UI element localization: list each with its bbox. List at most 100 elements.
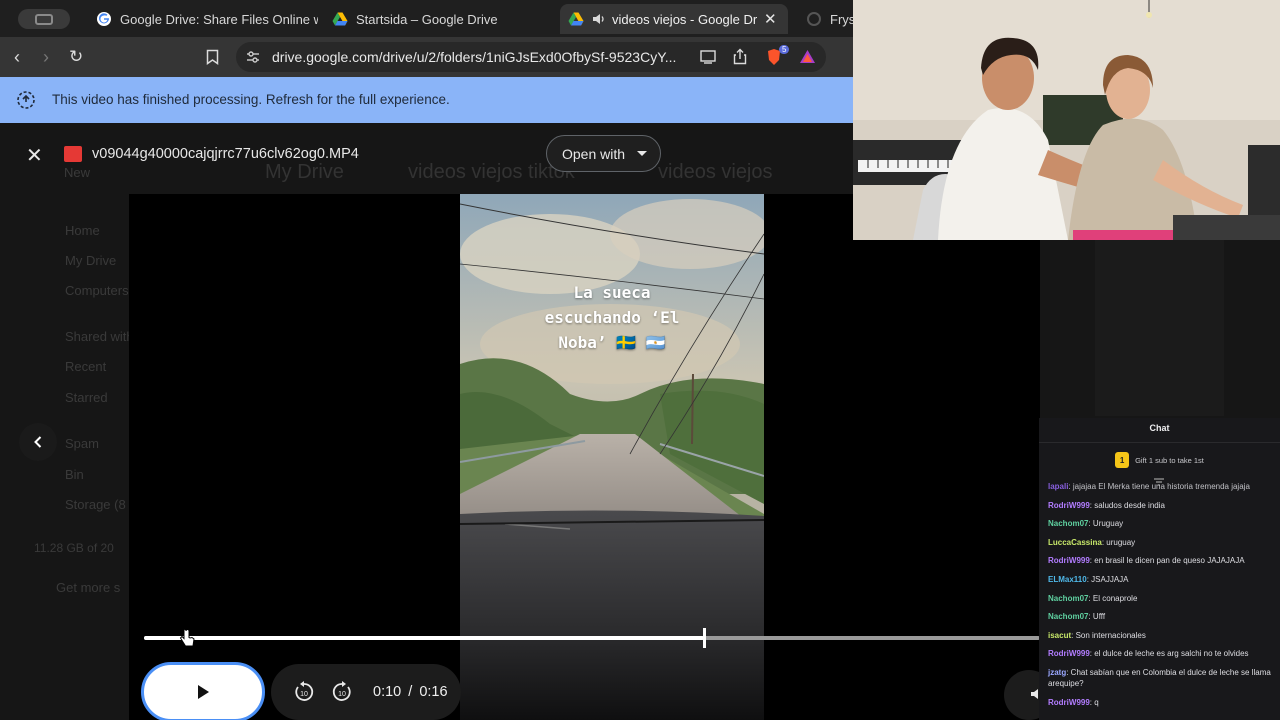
sidebar-item-storage: Storage (8 xyxy=(65,497,126,512)
chat-text: : Ufff xyxy=(1088,612,1106,622)
drive-details-panel xyxy=(1095,240,1224,416)
time-separator: / xyxy=(408,684,413,700)
caret-down-icon xyxy=(637,151,648,156)
video-progress-bar[interactable] xyxy=(144,628,1040,648)
brave-rewards-icon[interactable] xyxy=(799,49,816,64)
chevron-left-icon xyxy=(34,436,42,448)
stream-chat: Chat 1 Gift 1 sub to take 1st lapali: ja… xyxy=(1039,418,1280,720)
back-arrow-icon[interactable]: ‹ xyxy=(14,47,20,67)
chat-title: Chat xyxy=(1149,423,1170,433)
chat-message: Nachom07: Uruguay xyxy=(1048,518,1273,529)
previous-file-button[interactable] xyxy=(19,423,57,461)
sidebar-item-starred: Starred xyxy=(65,390,108,405)
chat-message: RodriW999: q xyxy=(1048,697,1273,708)
storage-text: 11.28 GB of 20 xyxy=(34,541,114,555)
gift-text: Gift 1 sub to take 1st xyxy=(1135,455,1204,465)
share-icon[interactable] xyxy=(733,48,747,65)
site-settings-icon[interactable] xyxy=(246,50,260,64)
close-tab-icon[interactable]: ✕ xyxy=(764,10,777,28)
forward-10-icon[interactable]: 10 xyxy=(331,681,353,703)
browser-toolbar: ‹ › ↻ drive.google.com/drive/u/2/folders… xyxy=(0,37,853,77)
webcam-feed xyxy=(853,0,1280,240)
chat-username[interactable]: jzatg xyxy=(1048,668,1066,677)
chat-message: ELMax110: JSAJJAJA xyxy=(1048,574,1273,585)
chat-text: : Son internacionales xyxy=(1071,630,1146,640)
time-display: 0:10 / 0:16 xyxy=(373,684,448,700)
get-more-storage: Get more s xyxy=(56,580,121,595)
chat-username[interactable]: Nachom07 xyxy=(1048,519,1088,528)
google-drive-icon xyxy=(332,12,348,26)
chat-username[interactable]: LuccaCassina xyxy=(1048,538,1102,547)
sidebar-item-home: Home xyxy=(65,223,100,238)
svg-text:10: 10 xyxy=(338,691,346,698)
file-name: v09044g40000cajqjrrc77u6clv62og0.MP4 xyxy=(92,146,359,162)
chat-text: : uruguay xyxy=(1101,537,1136,547)
banner-text: This video has finished processing. Refr… xyxy=(52,92,450,107)
chat-message: RodriW999: en brasil le dicen pan de que… xyxy=(1048,555,1273,566)
speaker-icon[interactable] xyxy=(592,13,606,25)
chat-message: RodriW999: el dulce de leche es arg salc… xyxy=(1048,648,1273,659)
chat-username[interactable]: lapali xyxy=(1048,482,1068,491)
processing-icon xyxy=(17,91,35,109)
chat-message: LuccaCassina: uruguay xyxy=(1048,537,1273,548)
video-frame[interactable] xyxy=(460,194,764,720)
tab-google-drive-share[interactable]: Google Drive: Share Files Online w xyxy=(90,4,318,34)
chat-username[interactable]: Nachom07 xyxy=(1048,612,1088,621)
chat-text: : Uruguay xyxy=(1088,519,1124,529)
play-icon xyxy=(198,685,209,699)
chat-username[interactable]: isacut xyxy=(1048,631,1071,640)
chat-username[interactable]: Nachom07 xyxy=(1048,594,1088,603)
forward-arrow-icon[interactable]: › xyxy=(43,47,49,67)
site-icon xyxy=(807,12,821,26)
chat-message: jzatg: Chat sabían que en Colombia el du… xyxy=(1048,667,1273,689)
rewind-10-icon[interactable]: 10 xyxy=(293,681,315,703)
duration: 0:16 xyxy=(419,684,448,700)
sidebar-item-recent: Recent xyxy=(65,359,107,374)
progress-played xyxy=(144,636,704,640)
chat-text: : JSAJJAJA xyxy=(1086,574,1129,584)
chat-message: Nachom07: El conaprole xyxy=(1048,593,1273,604)
google-icon xyxy=(97,12,111,26)
chat-username[interactable]: RodriW999 xyxy=(1048,649,1090,658)
video-caption: La sueca escuchando ‘El Noba’ 🇸🇪 🇦🇷 xyxy=(544,283,680,352)
breadcrumb-current: videos viejos xyxy=(658,161,773,183)
tab-frysr[interactable]: Frysr xyxy=(800,4,853,34)
processing-banner: This video has finished processing. Refr… xyxy=(0,77,853,123)
screen: New My Drive videos viejos tiktok videos… xyxy=(0,0,1280,720)
chat-message: RodriW999: saludos desde india xyxy=(1048,500,1273,511)
url-text: drive.google.com/drive/u/2/folders/1niGJ… xyxy=(272,49,677,65)
chat-text: : en brasil le dicen pan de queso JAJAJA… xyxy=(1089,556,1245,566)
chat-text: : q xyxy=(1089,697,1099,707)
gift-sub-banner[interactable]: 1 Gift 1 sub to take 1st xyxy=(1039,452,1280,468)
sidebar-item-spam: Spam xyxy=(65,436,99,451)
chat-text: : El conaprole xyxy=(1088,593,1138,603)
chat-username[interactable]: RodriW999 xyxy=(1048,556,1090,565)
chat-text: : el dulce de leche es arg salchi no te … xyxy=(1089,649,1249,659)
sidebar-item-computers: Computers xyxy=(65,283,129,298)
browser-tabbar: Google Drive: Share Files Online w Start… xyxy=(0,0,853,37)
sidebar-item-bin: Bin xyxy=(65,467,84,482)
google-drive-icon xyxy=(568,12,584,26)
bookmark-icon[interactable] xyxy=(206,49,219,65)
gift-rank-badge: 1 xyxy=(1115,452,1130,468)
chat-message: lapali: jajajaa El Merka tiene una histo… xyxy=(1048,481,1273,492)
tab-overview-button[interactable] xyxy=(18,9,70,29)
open-with-button[interactable]: Open with xyxy=(546,135,661,172)
chat-username[interactable]: ELMax110 xyxy=(1048,575,1087,584)
chat-username[interactable]: RodriW999 xyxy=(1048,501,1090,510)
reload-icon[interactable]: ↻ xyxy=(69,47,83,67)
chat-username[interactable]: RodriW999 xyxy=(1048,698,1090,707)
svg-text:10: 10 xyxy=(300,691,308,698)
tab-startsida[interactable]: Startsida – Google Drive xyxy=(326,4,552,34)
tab-videos-viejos[interactable]: videos viejos - Google Drive ✕ xyxy=(560,4,788,34)
close-viewer-icon[interactable]: ✕ xyxy=(26,143,43,168)
chat-text: : jajajaa El Merka tiene una historia tr… xyxy=(1068,482,1250,491)
progress-handle[interactable] xyxy=(703,628,706,648)
chat-message: isacut: Son internacionales xyxy=(1048,630,1273,641)
play-button[interactable] xyxy=(141,662,265,720)
sidebar-item-my-drive: My Drive xyxy=(65,253,117,268)
cast-icon[interactable] xyxy=(700,50,716,64)
current-time: 0:10 xyxy=(373,684,402,700)
video-file-icon xyxy=(64,146,82,162)
chat-divider xyxy=(1039,442,1280,443)
